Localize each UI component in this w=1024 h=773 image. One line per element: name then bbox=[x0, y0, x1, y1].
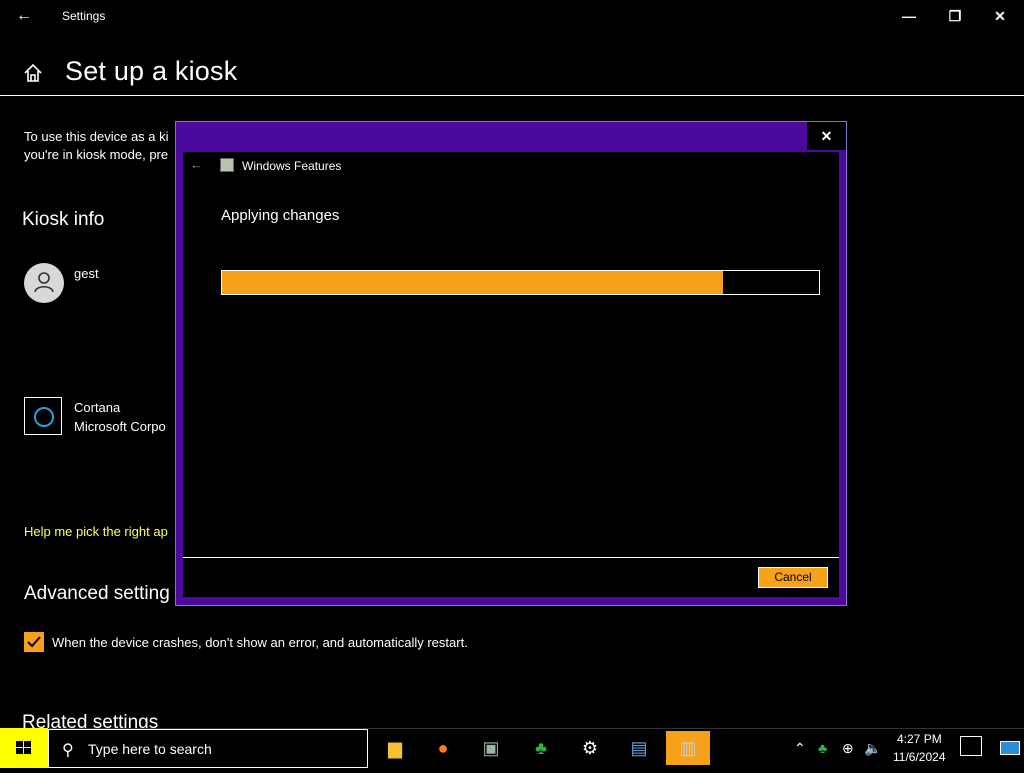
crash-restart-checkbox[interactable] bbox=[24, 632, 44, 652]
dialog-close-button[interactable]: ✕ bbox=[807, 122, 846, 150]
account-name[interactable]: gest bbox=[74, 266, 99, 281]
windows-features-taskbar-icon[interactable]: ▣ bbox=[469, 731, 513, 765]
control-panel-icon[interactable]: ▤ bbox=[617, 731, 661, 765]
dialog-title: Windows Features bbox=[242, 159, 342, 173]
checkmark-icon bbox=[27, 636, 41, 648]
search-placeholder[interactable]: Type here to search bbox=[88, 741, 212, 757]
show-desktop-icon[interactable] bbox=[1000, 741, 1020, 755]
description-line-2: you're in kiosk mode, pre bbox=[24, 147, 169, 162]
progress-fill bbox=[222, 271, 724, 294]
home-icon[interactable] bbox=[22, 62, 44, 84]
cortana-app-icon[interactable] bbox=[24, 397, 62, 435]
back-arrow-icon[interactable]: ← bbox=[14, 6, 34, 26]
kiosk-info-heading: Kiosk info bbox=[22, 209, 105, 230]
dialog-back-arrow-icon[interactable]: ← bbox=[190, 157, 203, 172]
firefox-icon[interactable]: ● bbox=[421, 731, 465, 765]
page-description: To use this device as a ki you're in kio… bbox=[24, 128, 176, 164]
volume-icon[interactable]: 🔈 bbox=[864, 740, 881, 757]
windows-logo-icon bbox=[16, 741, 31, 754]
kiosk-app-publisher: Microsoft Corpo bbox=[74, 419, 166, 434]
person-icon bbox=[34, 272, 54, 293]
windows-features-dialog-taskbar-icon[interactable]: ▥ bbox=[666, 731, 710, 765]
globe-network-icon[interactable]: ⊕ bbox=[842, 740, 854, 757]
kiosk-app-name[interactable]: Cortana bbox=[74, 400, 120, 415]
window-title: Settings bbox=[62, 9, 106, 23]
cancel-button[interactable]: Cancel bbox=[758, 567, 828, 588]
clock-time[interactable]: 4:27 PM bbox=[897, 732, 942, 746]
people-tray-icon[interactable]: ♣ bbox=[818, 740, 827, 756]
help-pick-app-link[interactable]: Help me pick the right ap bbox=[24, 524, 176, 539]
page-title: Set up a kiosk bbox=[65, 56, 238, 86]
clock-date[interactable]: 11/6/2024 bbox=[893, 750, 946, 764]
crash-restart-label[interactable]: When the device crashes, don't show an e… bbox=[52, 634, 472, 652]
advanced-settings-heading: Advanced setting bbox=[24, 583, 170, 604]
header-divider bbox=[0, 95, 1024, 96]
account-avatar-icon[interactable] bbox=[24, 263, 64, 303]
settings-gear-icon[interactable]: ⚙ bbox=[568, 731, 612, 765]
close-button[interactable]: ✕ bbox=[985, 5, 1015, 27]
search-icon: ⚲ bbox=[62, 742, 74, 759]
maximize-button[interactable]: ❐ bbox=[940, 5, 970, 27]
people-icon[interactable]: ♣ bbox=[519, 731, 563, 765]
dialog-status-text: Applying changes bbox=[221, 207, 340, 224]
notification-center-icon[interactable] bbox=[960, 736, 982, 756]
chevron-up-icon[interactable]: ⌃ bbox=[794, 740, 806, 757]
cortana-ring-icon bbox=[34, 407, 54, 427]
start-button[interactable] bbox=[0, 728, 48, 768]
minimize-button[interactable]: — bbox=[894, 5, 924, 27]
file-explorer-icon[interactable]: ▆ bbox=[373, 731, 417, 765]
title-bar bbox=[0, 0, 1024, 34]
description-line-1: To use this device as a ki bbox=[24, 129, 169, 144]
dialog-footer-divider bbox=[183, 557, 839, 558]
progress-bar bbox=[221, 270, 820, 295]
windows-features-icon bbox=[220, 158, 234, 172]
